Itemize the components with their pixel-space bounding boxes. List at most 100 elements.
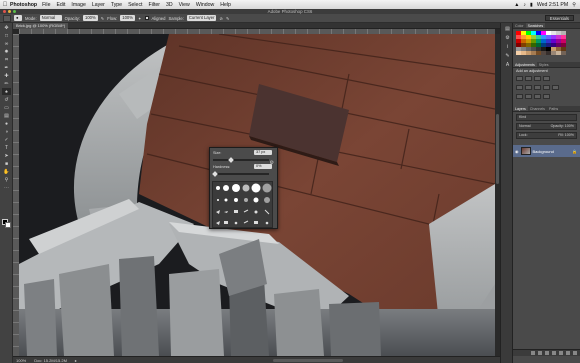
healing-brush-tool-icon[interactable]: ✚	[2, 72, 11, 79]
history-brush-tool-icon[interactable]: ↺	[2, 96, 11, 103]
new-adjustment-icon[interactable]	[552, 351, 556, 355]
clone-stamp-tool-icon[interactable]: ♠	[2, 88, 11, 95]
quick-select-tool-icon[interactable]: ✸	[2, 48, 11, 55]
airbrush-icon[interactable]: ✦	[138, 16, 142, 21]
blend-mode-select[interactable]: Normal	[519, 124, 531, 129]
pen-pressure-size-icon[interactable]: ✎	[226, 16, 230, 21]
path-selection-tool-icon[interactable]: ➤	[2, 152, 11, 159]
tab-color[interactable]: Color	[513, 23, 526, 28]
add-mask-icon[interactable]	[545, 351, 549, 355]
properties-panel-icon[interactable]: ⚙	[503, 34, 512, 41]
delete-layer-icon[interactable]	[573, 351, 577, 355]
doc-size[interactable]: Doc: 15.2M/15.2M	[34, 358, 67, 363]
brush-hardness-slider[interactable]	[213, 173, 269, 175]
menu-image[interactable]: Image	[71, 2, 85, 8]
menu-3d[interactable]: 3D	[166, 2, 173, 8]
tab-channels[interactable]: Channels	[528, 106, 547, 111]
vibrance-icon[interactable]	[516, 85, 523, 90]
flow-field[interactable]: 100%	[120, 15, 135, 21]
color-balance-icon[interactable]	[534, 85, 541, 90]
background-color-swatch[interactable]	[5, 222, 11, 228]
tool-preset-picker[interactable]	[3, 14, 11, 22]
mode-select[interactable]: Normal	[39, 15, 62, 21]
rectangle-tool-icon[interactable]: ■	[2, 160, 11, 167]
workspace-switcher[interactable]: Essentials	[544, 15, 574, 21]
link-layers-icon[interactable]	[531, 351, 535, 355]
menu-edit[interactable]: Edit	[56, 2, 65, 8]
crop-tool-icon[interactable]: ⌗	[2, 56, 11, 63]
type-tool-icon[interactable]: T	[2, 144, 11, 151]
aligned-checkbox[interactable]	[144, 16, 149, 20]
menu-type[interactable]: Type	[111, 2, 122, 8]
close-window-icon[interactable]	[3, 10, 6, 13]
history-panel-icon[interactable]: ▤	[503, 25, 512, 32]
layer-filter-select[interactable]: Kind	[516, 114, 577, 121]
curves-icon[interactable]	[534, 76, 541, 81]
menu-window[interactable]: Window	[196, 2, 214, 8]
threshold-icon[interactable]	[534, 94, 541, 99]
brush-hardness-field[interactable]: 0%	[254, 164, 272, 169]
tab-paths[interactable]: Paths	[547, 106, 560, 111]
wifi-icon[interactable]: ▲	[514, 2, 519, 8]
new-layer-icon[interactable]	[566, 351, 570, 355]
marquee-tool-icon[interactable]: □	[2, 32, 11, 39]
ignore-adjustment-icon[interactable]: ⊘	[219, 16, 223, 21]
brush-size-slider[interactable]	[213, 159, 269, 161]
layer-fill-field[interactable]: Fill: 100%	[558, 133, 574, 138]
brush-panel-icon[interactable]: ✎	[503, 52, 512, 59]
gradient-tool-icon[interactable]: ▤	[2, 112, 11, 119]
layer-row-background[interactable]: ◉ Background 🔒	[513, 145, 580, 157]
document-canvas[interactable]: Size: 37 px ⚙ Hardness: 0%	[19, 34, 495, 356]
hand-tool-icon[interactable]: ✋	[2, 168, 11, 175]
dodge-tool-icon[interactable]: ◑	[2, 128, 11, 135]
zoom-window-icon[interactable]	[13, 10, 16, 13]
more-tools-icon[interactable]: ⋯	[2, 184, 11, 191]
volume-icon[interactable]: ♪	[523, 2, 526, 8]
horizontal-scroll-thumb[interactable]	[273, 359, 343, 362]
brush-size-field[interactable]: 37 px	[254, 150, 272, 155]
menu-select[interactable]: Select	[128, 2, 142, 8]
menu-app-name[interactable]: Photoshop	[10, 2, 37, 8]
vertical-scroll-thumb[interactable]	[496, 114, 499, 184]
color-swatch[interactable]	[561, 51, 566, 55]
brush-size-slider-knob[interactable]	[227, 157, 234, 163]
menu-view[interactable]: View	[179, 2, 190, 8]
status-menu-arrow-icon[interactable]: ▸	[75, 358, 77, 363]
zoom-tool-icon[interactable]: ⚲	[2, 176, 11, 183]
visibility-eye-icon[interactable]: ◉	[515, 149, 519, 154]
pen-tool-icon[interactable]: ✓	[2, 136, 11, 143]
gradient-map-icon[interactable]	[543, 94, 550, 99]
swatch-grid[interactable]	[516, 31, 577, 55]
menu-layer[interactable]: Layer	[92, 2, 105, 8]
layer-name[interactable]: Background	[533, 149, 554, 154]
zoom-level[interactable]: 100%	[16, 358, 26, 363]
black-white-icon[interactable]	[543, 85, 550, 90]
levels-icon[interactable]	[525, 76, 532, 81]
character-panel-icon[interactable]: A	[503, 61, 512, 68]
tab-layers[interactable]: Layers	[513, 106, 528, 111]
invert-icon[interactable]	[516, 94, 523, 99]
lasso-tool-icon[interactable]: ∞	[2, 40, 11, 47]
add-style-icon[interactable]	[538, 351, 542, 355]
minimize-window-icon[interactable]	[8, 10, 11, 13]
brush-size-picker[interactable]: ●	[14, 15, 22, 21]
new-group-icon[interactable]	[559, 351, 563, 355]
hue-saturation-icon[interactable]	[525, 85, 532, 90]
brush-preset-list[interactable]	[212, 181, 273, 228]
eyedropper-tool-icon[interactable]: ✒	[2, 64, 11, 71]
brush-tool-icon[interactable]: ✏	[2, 80, 11, 87]
exposure-icon[interactable]	[543, 76, 550, 81]
menu-filter[interactable]: Filter	[148, 2, 160, 8]
tab-swatches[interactable]: Swatches	[525, 23, 546, 28]
move-tool-icon[interactable]: ✥	[2, 24, 11, 31]
tab-styles[interactable]: Styles	[537, 62, 551, 67]
blur-tool-icon[interactable]: ●	[2, 120, 11, 127]
eraser-tool-icon[interactable]: ▭	[2, 104, 11, 111]
photo-filter-icon[interactable]	[552, 85, 559, 90]
menu-file[interactable]: File	[42, 2, 50, 8]
pen-pressure-opacity-icon[interactable]: ✎	[101, 16, 105, 21]
menu-clock[interactable]: Wed 2:51 PM	[537, 2, 568, 8]
tab-adjustments[interactable]: Adjustments	[513, 62, 537, 67]
layer-opacity-field[interactable]: Opacity: 100%	[551, 124, 574, 129]
sample-select[interactable]: Current Layer	[186, 15, 217, 21]
